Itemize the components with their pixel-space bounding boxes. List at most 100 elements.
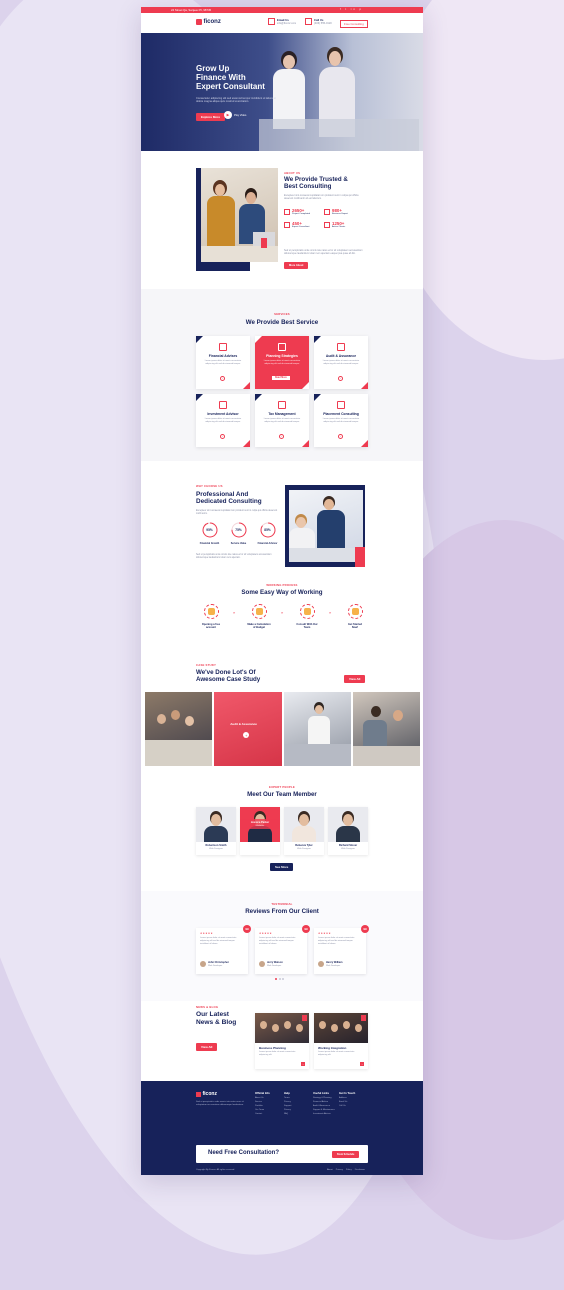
footer-col-item[interactable]: Call Us bbox=[339, 1105, 367, 1109]
blog-card[interactable]: Business Planning Lorem ipsum dolor sit a… bbox=[255, 1013, 309, 1069]
team-card[interactable]: Jessica Parker Marketer bbox=[240, 807, 280, 855]
rocket-icon bbox=[347, 604, 363, 619]
slider-dots[interactable] bbox=[275, 978, 284, 980]
service-icon bbox=[337, 343, 345, 351]
service-card[interactable]: Investment Advisor Lorem ipsum dolor sit … bbox=[196, 394, 250, 447]
see-more-team-button[interactable]: See More bbox=[270, 863, 294, 871]
case-label: Case Study bbox=[196, 663, 217, 667]
date-badge bbox=[361, 1015, 366, 1021]
reviews-title: Reviews From Our Client bbox=[245, 908, 319, 915]
footer-column: Help Terms Privacy Support Privacy FAQ bbox=[284, 1092, 312, 1117]
footer-link[interactable]: Disclaimer bbox=[355, 1169, 365, 1171]
top-address: 24 Street Qa, Sanjeev Pl, 98745 bbox=[171, 8, 212, 13]
service-card[interactable]: Audit & Assurance Lorem ipsum dolor sit a… bbox=[314, 336, 368, 389]
footer-link[interactable]: Privacy bbox=[336, 1169, 343, 1171]
service-card[interactable]: Tax Management Lorem ipsum dolor sit amet… bbox=[255, 394, 309, 447]
arrow-icon: » bbox=[233, 610, 236, 615]
services-label: Services bbox=[274, 312, 290, 316]
service-name: Financial Advises bbox=[208, 354, 238, 358]
play-icon[interactable]: ▶ bbox=[224, 111, 232, 119]
team-card[interactable]: Robertson Smith Web Designer bbox=[196, 807, 236, 855]
case-gallery: Audit & Assurance + bbox=[145, 692, 420, 766]
team-card[interactable]: Richard Slover Web Designer bbox=[328, 807, 368, 855]
footer-logo[interactable]: ficonz bbox=[196, 1091, 217, 1097]
review-card: 99 ★★★★★ Lorem ipsum dolor sit amet consec… bbox=[255, 925, 310, 974]
view-all-blog-button[interactable]: View All bbox=[196, 1043, 218, 1051]
team-card[interactable]: Rebecca Tyler Web Designer bbox=[284, 807, 324, 855]
case-image[interactable] bbox=[352, 692, 420, 766]
case-image[interactable] bbox=[283, 692, 351, 766]
arrow-right-icon[interactable]: › bbox=[338, 376, 343, 381]
reviewer-avatar bbox=[259, 961, 265, 967]
case-image-highlight[interactable]: Audit & Assurance + bbox=[214, 692, 282, 766]
explore-more-button[interactable]: Explore More bbox=[196, 113, 226, 121]
team-name: Jessica Parker bbox=[250, 821, 270, 824]
card-corner bbox=[302, 440, 309, 447]
footer-col-item[interactable]: FAQ bbox=[284, 1113, 312, 1117]
arrow-right-icon[interactable]: › bbox=[360, 1062, 364, 1066]
read-more-button[interactable]: Read More bbox=[272, 376, 290, 381]
case-image[interactable] bbox=[145, 692, 213, 766]
blog-post-title[interactable]: Working Integration bbox=[318, 1046, 346, 1050]
hero-title: Grow Up Finance With Expert Consultant bbox=[196, 64, 265, 92]
footer-link[interactable]: Policy bbox=[346, 1169, 352, 1171]
service-card[interactable]: Placement Consulting Lorem ipsum dolor si… bbox=[314, 394, 368, 447]
free-consulting-button[interactable]: Free Consulting bbox=[340, 19, 368, 28]
review-text: Lorem ipsum dolor sit amet consectetur a… bbox=[259, 937, 296, 945]
team-photo bbox=[328, 807, 368, 842]
progress-label: Service Value bbox=[230, 542, 247, 545]
review-card: 99 ★★★★★ Lorem ipsum dolor sit amet consec… bbox=[314, 925, 369, 974]
reviewer-name: John Christopher bbox=[208, 961, 229, 964]
user-icon bbox=[203, 604, 219, 619]
logo[interactable]: ficonz bbox=[196, 19, 221, 25]
stat-item: 450+ Expert Consultant bbox=[284, 221, 324, 228]
play-video-label[interactable]: Play Video bbox=[234, 114, 246, 117]
email-block[interactable]: Email Us info@ficonz.com bbox=[268, 18, 296, 25]
expert-icon bbox=[324, 208, 330, 215]
blog-card[interactable]: Working Integration Lorem ipsum dolor sit… bbox=[314, 1013, 368, 1069]
arrow-right-icon[interactable]: › bbox=[301, 1062, 305, 1066]
progress-circle: 75% Service Value bbox=[225, 521, 252, 545]
arrow-right-icon[interactable]: › bbox=[338, 434, 343, 439]
footer-link[interactable]: About bbox=[327, 1169, 333, 1171]
mail-icon bbox=[268, 18, 275, 25]
review-card: 99 ★★★★★ Lorem ipsum dolor sit amet consec… bbox=[196, 925, 251, 974]
footer-col-title: Get In Touch bbox=[339, 1092, 356, 1095]
card-corner bbox=[361, 440, 368, 447]
case-highlight-title: Audit & Assurance bbox=[230, 722, 257, 726]
case-study-section: Case Study We've Done Lot's Of Awesome Ca… bbox=[141, 657, 423, 783]
service-icon bbox=[278, 401, 286, 409]
about-stats: 2650+ Project Completed 980+ Business Expe… bbox=[284, 208, 364, 228]
arrow-right-icon[interactable]: › bbox=[279, 434, 284, 439]
service-icon bbox=[337, 401, 345, 409]
review-text: Lorem ipsum dolor sit amet consectetur a… bbox=[200, 937, 237, 945]
social-icons[interactable]: f t in p bbox=[340, 8, 363, 11]
footer-column: Official Info About Us Service Portfolio Our… bbox=[255, 1092, 283, 1117]
service-icon bbox=[219, 401, 227, 409]
book-schedule-button[interactable]: Book Schedule bbox=[332, 1151, 360, 1158]
card-corner bbox=[314, 394, 321, 401]
arrow-right-icon[interactable]: › bbox=[220, 434, 225, 439]
service-card[interactable]: Financial Advises Lorem ipsum dolor sit a… bbox=[196, 336, 250, 389]
reviewer-avatar bbox=[200, 961, 206, 967]
blog-post-text: Lorem ipsum dolor sit amet consectetur a… bbox=[318, 1051, 355, 1056]
call-block[interactable]: Call Us (406) 555-0120 bbox=[305, 18, 332, 25]
process-step: Make a Calculation of Budget bbox=[244, 604, 274, 629]
services-title: We Provide Best Service bbox=[245, 319, 319, 326]
rating-stars: ★★★★★ bbox=[259, 932, 273, 935]
footer-col-item[interactable]: Contact bbox=[255, 1113, 283, 1117]
rating-stars: ★★★★★ bbox=[318, 932, 332, 935]
blog-section: News & Blog Our Latest News & Blog View A… bbox=[141, 1001, 423, 1081]
reviewer-role: Web Developer bbox=[208, 965, 223, 967]
view-all-cases-button[interactable]: View All bbox=[344, 675, 366, 683]
card-corner bbox=[196, 336, 203, 343]
why-image bbox=[289, 490, 363, 562]
progress-value: 85% bbox=[264, 527, 271, 532]
more-about-button[interactable]: More About bbox=[284, 262, 309, 269]
email-value: info@ficonz.com bbox=[277, 22, 297, 25]
blog-post-title[interactable]: Business Planning bbox=[259, 1046, 286, 1050]
service-card[interactable]: Planning Strategies Lorem ipsum dolor sit… bbox=[255, 336, 309, 389]
arrow-right-icon[interactable]: › bbox=[220, 376, 225, 381]
service-text: Lorem ipsum dolor sit amet consectetur a… bbox=[263, 360, 301, 365]
footer-col-item[interactable]: Investment Advisor bbox=[313, 1113, 341, 1117]
